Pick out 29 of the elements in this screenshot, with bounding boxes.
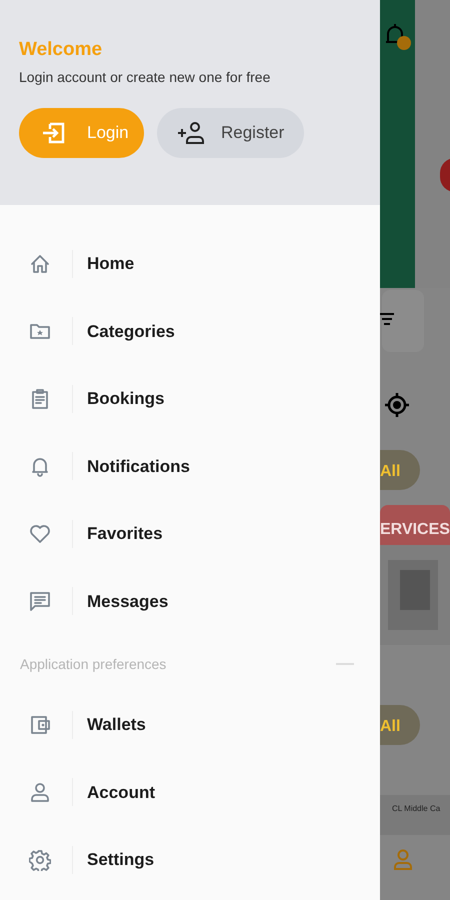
bell-icon xyxy=(29,455,51,478)
user-icon xyxy=(29,781,51,804)
welcome-title: Welcome xyxy=(19,38,104,62)
heart-icon xyxy=(29,522,51,545)
card-caption: CL Middle Ca xyxy=(392,803,440,815)
settings-icon xyxy=(29,848,51,871)
add-user-icon xyxy=(177,121,207,145)
menu-item[interactable]: Notifications xyxy=(87,454,190,479)
clipboard-icon xyxy=(29,388,51,410)
menu-item[interactable]: Wallets xyxy=(87,712,146,738)
filter-icon xyxy=(380,313,394,325)
location-icon xyxy=(383,391,411,419)
menu-item[interactable]: Messages xyxy=(87,588,168,614)
section-label: Application preferences xyxy=(20,654,166,674)
menu-item[interactable]: Favorites xyxy=(87,521,163,546)
message-icon xyxy=(29,590,51,612)
menu-item[interactable]: Home xyxy=(87,251,134,276)
welcome-subtitle: Login account or create new one for free xyxy=(19,68,272,87)
account-icon[interactable] xyxy=(393,849,413,871)
banner-title: ERVICES xyxy=(380,520,450,540)
wallet-icon xyxy=(29,714,51,736)
register-button[interactable]: Register xyxy=(157,108,304,158)
menu-item[interactable]: Bookings xyxy=(87,386,164,412)
home-icon xyxy=(29,252,51,275)
login-icon xyxy=(41,121,67,145)
menu-item[interactable]: Categories xyxy=(87,318,175,344)
menu-item[interactable]: Settings xyxy=(87,847,154,872)
bell-icon xyxy=(384,22,412,52)
menu-item[interactable]: Account xyxy=(87,780,155,805)
